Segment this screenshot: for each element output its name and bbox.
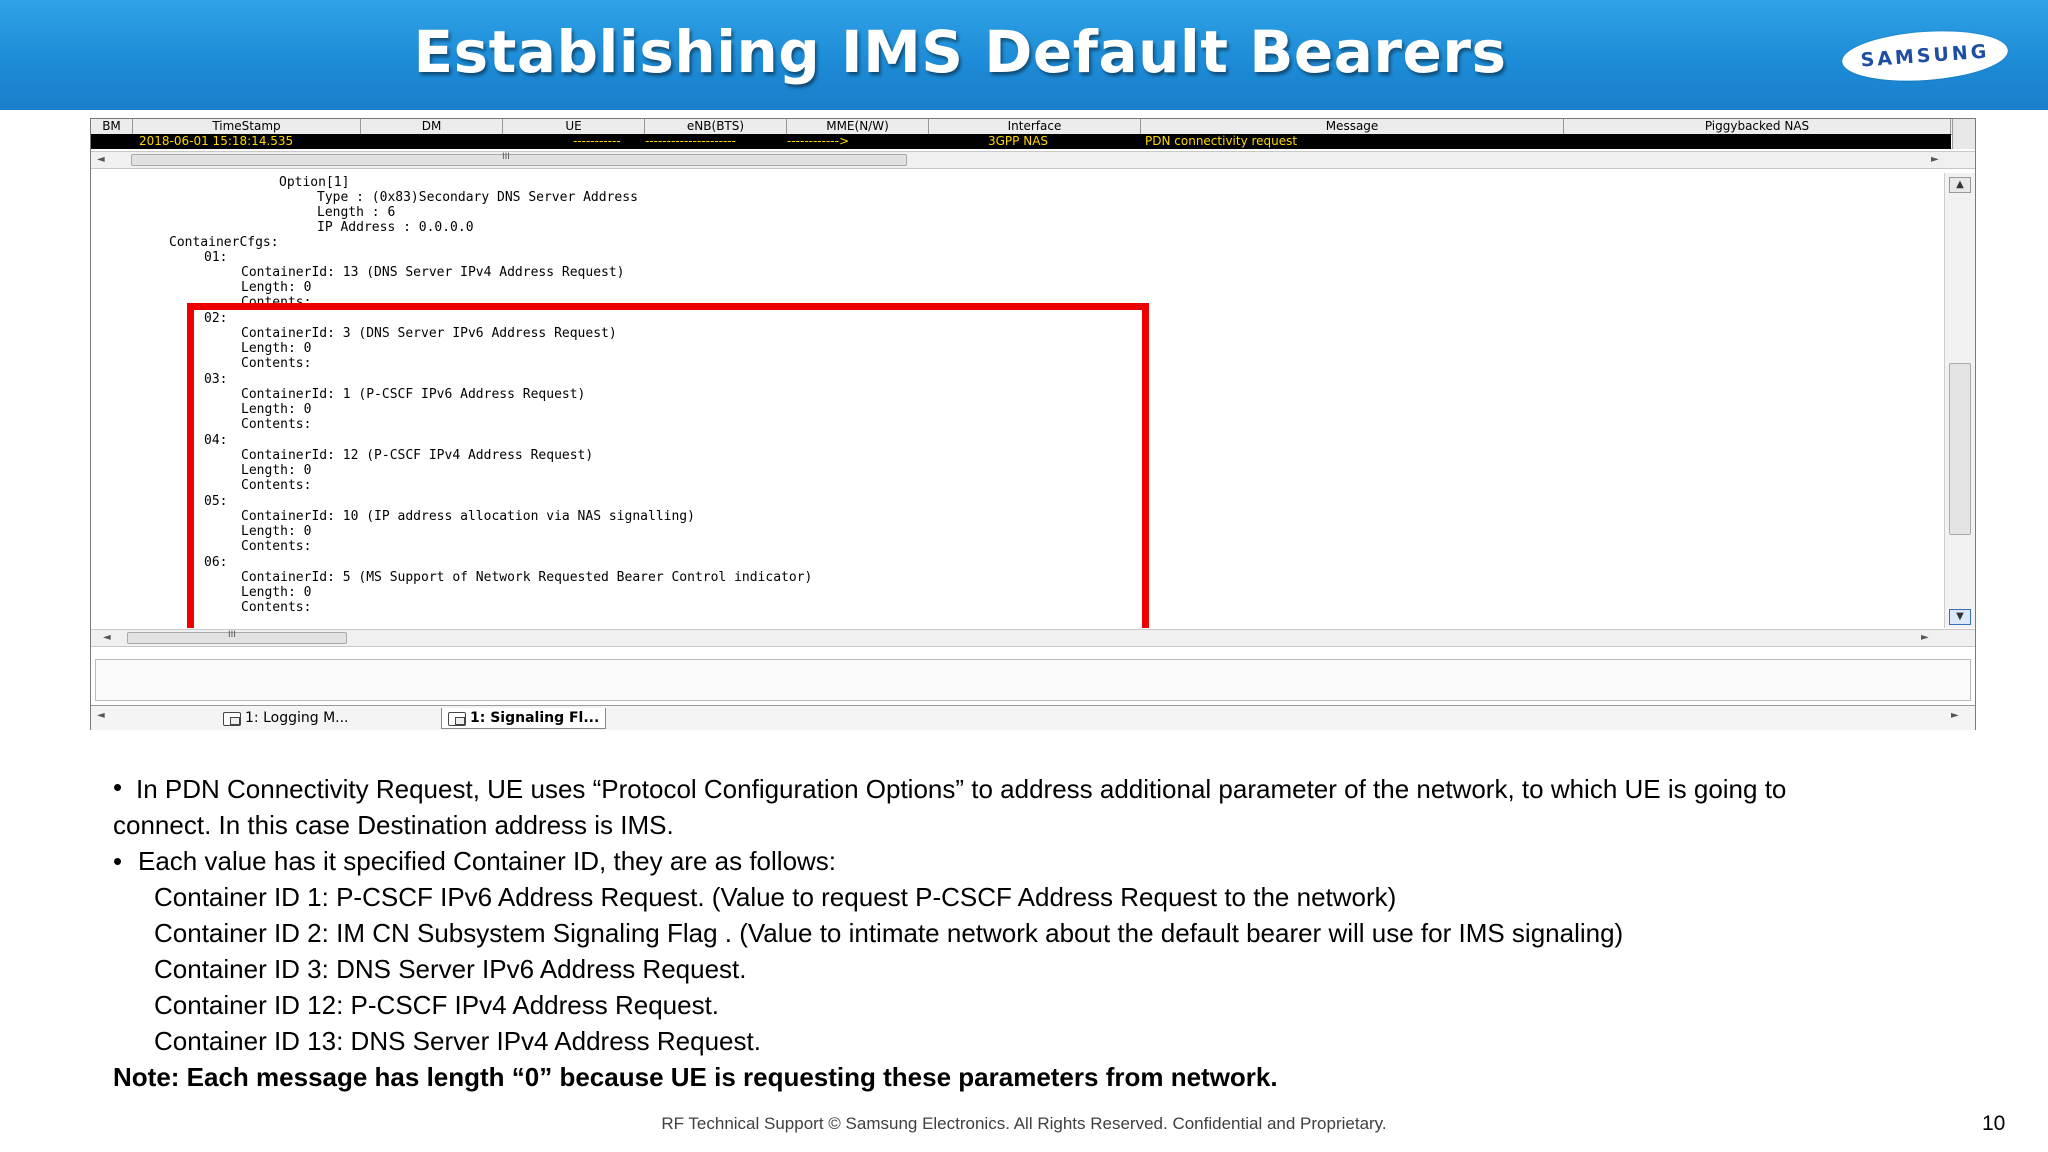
tab-signaling-label: 1: Signaling Fl... <box>470 710 600 726</box>
row-message: PDN connectivity request <box>1145 134 1298 148</box>
signaling-window-icon <box>448 712 466 726</box>
decode-horizontal-scrollbar[interactable]: ◄ III ► <box>91 629 1975 647</box>
decode-hscroll-thumb[interactable]: III <box>127 630 347 644</box>
decode-scroll-left-icon[interactable]: ◄ <box>103 630 111 646</box>
decode-scroll-right-icon[interactable]: ► <box>1921 630 1929 646</box>
column-header-row: BM TimeStamp DM UE eNB(BTS) MME(N/W) Int… <box>91 119 1975 135</box>
decode-line: IP Address : 0.0.0.0 <box>317 220 474 235</box>
col-mme[interactable]: MME(N/W) <box>787 119 929 134</box>
list-scroll-thumb[interactable]: III <box>131 152 907 166</box>
bullet-2-text: Each value has it specified Container ID… <box>138 846 837 876</box>
scroll-up-icon[interactable]: ▲ <box>1949 177 1971 193</box>
decode-line: Length : 6 <box>317 205 396 220</box>
list-horizontal-scrollbar[interactable]: ◄ III ► <box>91 151 1975 169</box>
scroll-left-arrow-icon[interactable]: ◄ <box>97 152 105 168</box>
container-id-line: Container ID 12: P-CSCF IPv4 Address Req… <box>154 990 720 1020</box>
note-text: Note: Each message has length “0” becaus… <box>113 1062 1278 1092</box>
scroll-grip: III <box>228 630 236 640</box>
scroll-right-arrow-icon[interactable]: ► <box>1931 152 1939 168</box>
scroll-grip: III <box>502 152 510 162</box>
signaling-tool-window: BM TimeStamp DM UE eNB(BTS) MME(N/W) Int… <box>90 118 1976 730</box>
col-enb[interactable]: eNB(BTS) <box>645 119 787 134</box>
logo-text: SAMSUNG <box>1859 40 1991 72</box>
container-id-line: Container ID 2: IM CN Subsystem Signalin… <box>154 918 1624 948</box>
decode-line: ContainerCfgs: <box>169 235 279 250</box>
col-ue[interactable]: UE <box>503 119 645 134</box>
list-vertical-scrollbar[interactable] <box>1952 119 1975 149</box>
decode-line: 01: <box>204 250 228 265</box>
container-id-line: Container ID 3: DNS Server IPv6 Address … <box>154 954 747 984</box>
row-interface: 3GPP NAS <box>988 134 1049 148</box>
bullet-2-icon: • <box>113 846 123 876</box>
bullet-1-text-cont: connect. In this case Destination addres… <box>113 810 674 840</box>
selected-message-row[interactable]: 2018-06-01 15:18:14.535 ----------- ----… <box>91 134 1951 149</box>
decode-scroll-thumb[interactable] <box>1949 363 1971 535</box>
decode-pane[interactable]: Option[1] Type : (0x83)Secondary DNS Ser… <box>91 173 1941 628</box>
row-mme-arrow: ------------> <box>787 134 850 148</box>
decode-line: ContainerId: 13 (DNS Server IPv4 Address… <box>241 265 625 280</box>
bullet-1-icon: • <box>113 772 123 802</box>
tab-scroll-left-icon[interactable]: ◄ <box>97 708 105 724</box>
col-piggybacked-nas[interactable]: Piggybacked NAS <box>1564 119 1951 134</box>
col-dm[interactable]: DM <box>361 119 503 134</box>
container-id-line: Container ID 1: P-CSCF IPv6 Address Requ… <box>154 882 1397 912</box>
row-enb-arrow: --------------------- <box>645 134 736 148</box>
col-message[interactable]: Message <box>1141 119 1564 134</box>
row-piggybacked-nas <box>1569 134 1949 149</box>
decode-line: Option[1] <box>279 175 350 190</box>
samsung-logo: SAMSUNG <box>1840 26 2010 86</box>
decode-vertical-scrollbar[interactable]: ▲ ▼ <box>1944 173 1975 628</box>
row-timestamp: 2018-06-01 15:18:14.535 <box>139 134 294 148</box>
footer-text: RF Technical Support © Samsung Electroni… <box>661 1114 1387 1133</box>
tab-bar: ◄ 1: Logging M... 1: Signaling Fl... ► <box>91 705 1975 730</box>
tab-scroll-right-icon[interactable]: ► <box>1951 708 1959 724</box>
highlight-box <box>187 303 1149 628</box>
tab-logging-label: 1: Logging M... <box>245 710 349 726</box>
tab-signaling[interactable]: 1: Signaling Fl... <box>441 708 607 729</box>
scroll-down-icon[interactable]: ▼ <box>1949 609 1971 625</box>
row-ue-arrow: ----------- <box>573 134 621 148</box>
decode-line: Type : (0x83)Secondary DNS Server Addres… <box>317 190 638 205</box>
col-bm[interactable]: BM <box>91 119 133 134</box>
col-interface[interactable]: Interface <box>929 119 1141 134</box>
title-banner: Establishing IMS Default Bearers SAMSUNG <box>0 0 2048 110</box>
bullet-1-text: In PDN Connectivity Request, UE uses “Pr… <box>136 774 1787 804</box>
bottom-pane <box>95 659 1971 701</box>
logging-window-icon <box>223 712 241 726</box>
page-number: 10 <box>1982 1112 2006 1135</box>
col-timestamp[interactable]: TimeStamp <box>133 119 361 134</box>
tab-logging[interactable]: 1: Logging M... <box>217 708 355 728</box>
decode-line: Length: 0 <box>241 280 312 295</box>
container-id-line: Container ID 13: DNS Server IPv4 Address… <box>154 1026 761 1056</box>
slide-title: Establishing IMS Default Bearers <box>413 18 1507 86</box>
